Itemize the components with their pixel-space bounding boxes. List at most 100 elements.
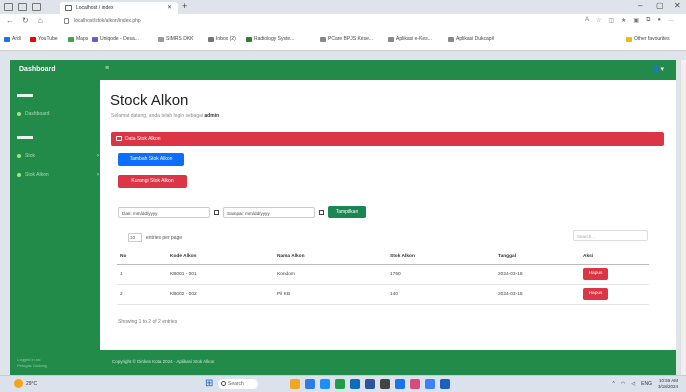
- browser-tab-bar: Localhost / index ✕ + – ▢ ✕: [0, 0, 686, 14]
- workspaces-icon[interactable]: [18, 3, 27, 11]
- bookmark-item[interactable]: Other favourites: [626, 36, 670, 42]
- taskbar-search-label: Search: [228, 381, 244, 387]
- app-icon[interactable]: [425, 379, 435, 389]
- sidebar-toggle-icon[interactable]: [4, 3, 13, 11]
- filter-button[interactable]: Tampilkan: [328, 206, 366, 218]
- sidebar-item-stok[interactable]: Stok ›: [17, 153, 99, 159]
- search-icon: [221, 381, 226, 386]
- terminal-icon[interactable]: [380, 379, 390, 389]
- reduce-stock-button[interactable]: Kurangi Stok Alkon: [118, 175, 187, 188]
- volume-icon[interactable]: ◁: [631, 381, 635, 387]
- column-header[interactable]: Tanggal: [495, 250, 580, 265]
- more-options-icon[interactable]: …: [668, 17, 674, 24]
- alert-text: Data Stok Alkon: [125, 136, 161, 142]
- bookmark-item[interactable]: Ardi: [4, 36, 21, 42]
- tray-chevron-icon[interactable]: ^: [613, 381, 615, 387]
- sidebar-item-dashboard[interactable]: Dashboard: [17, 111, 49, 117]
- browser-tab[interactable]: Localhost / index ✕: [60, 2, 178, 14]
- sun-icon: [14, 379, 23, 388]
- folder-icon: [626, 36, 632, 42]
- weather-widget[interactable]: 29°C: [14, 379, 37, 388]
- date-from-input[interactable]: Dari: mm/dd/yyyy: [118, 206, 210, 218]
- column-header[interactable]: Aksi: [580, 250, 649, 265]
- favorite-star-icon[interactable]: ☆: [596, 17, 601, 24]
- bookmark-item[interactable]: Maps: [68, 36, 88, 42]
- store-icon[interactable]: [320, 379, 330, 389]
- word-icon[interactable]: [365, 379, 375, 389]
- sidebar-heading: [17, 94, 33, 97]
- app-brand[interactable]: Dashboard: [19, 66, 56, 73]
- entries-select[interactable]: 10: [128, 233, 142, 242]
- bookmark-item[interactable]: SIMRS DKK: [158, 36, 194, 42]
- close-window-icon[interactable]: ✕: [674, 1, 681, 10]
- start-icon[interactable]: ⊞: [205, 379, 213, 389]
- bookmark-icon: [388, 36, 394, 42]
- tab-close-icon[interactable]: ✕: [167, 4, 172, 11]
- minimize-icon[interactable]: –: [638, 1, 642, 10]
- bookmark-item[interactable]: Radiology Syste...: [246, 36, 294, 42]
- delete-button[interactable]: Hapus: [583, 288, 608, 300]
- refresh-icon[interactable]: ↻: [22, 16, 29, 25]
- extensions-icon[interactable]: ⧉: [646, 17, 650, 24]
- collections-icon[interactable]: ▣: [633, 17, 639, 24]
- app-icon[interactable]: [440, 379, 450, 389]
- app-navbar: Dashboard ≡ 👤▾: [10, 60, 676, 80]
- read-aloud-icon[interactable]: A: [585, 17, 589, 24]
- home-icon[interactable]: ⌂: [38, 16, 43, 25]
- file-explorer-icon[interactable]: [290, 379, 300, 389]
- sidebar-item-stok-alkon[interactable]: Stok Alkon ›: [17, 172, 99, 178]
- edge-icon[interactable]: [305, 379, 315, 389]
- column-header[interactable]: Stok Alkon: [387, 250, 495, 265]
- bookmark-item[interactable]: Aplikasi e-Kes...: [388, 36, 432, 42]
- cell-stok: 140: [387, 284, 495, 305]
- excel-icon[interactable]: [335, 379, 345, 389]
- clock[interactable]: 10:55 AM 3/18/2024: [658, 378, 678, 390]
- wifi-icon[interactable]: ◠: [621, 381, 625, 387]
- date-to-input[interactable]: Sampai: mm/dd/yyyy: [223, 206, 315, 218]
- site-info-icon[interactable]: [64, 18, 69, 24]
- delete-button[interactable]: Hapus: [583, 268, 608, 280]
- table-search-input[interactable]: Search...: [573, 230, 648, 241]
- calendar-icon[interactable]: [214, 209, 219, 215]
- browser-toolbar: ← ↻ ⌂ localhost/stok/alkon/index.php A ☆…: [0, 14, 686, 29]
- bookmark-item[interactable]: PCare BPJS Kese...: [320, 36, 373, 42]
- weather-temp: 29°C: [26, 380, 38, 387]
- column-header[interactable]: Kode Alkon: [167, 250, 274, 265]
- bookmark-item[interactable]: Inbox (2): [208, 36, 236, 42]
- taskbar-search[interactable]: Search: [218, 379, 258, 389]
- add-stock-button[interactable]: Tambah Stok Alkon: [118, 153, 184, 166]
- maximize-icon[interactable]: ▢: [656, 1, 664, 10]
- bookmark-item[interactable]: YouTube: [30, 36, 58, 42]
- split-screen-icon[interactable]: ◫: [608, 17, 614, 24]
- tab-actions-icon[interactable]: [32, 3, 41, 11]
- bookmark-item[interactable]: Uniqode - Desa...: [92, 36, 139, 42]
- address-bar[interactable]: localhost/stok/alkon/index.php: [60, 16, 660, 27]
- column-header[interactable]: Nama Alkon: [274, 250, 387, 265]
- main-content: Stock Alkon Selamat datang, anda telah l…: [100, 80, 676, 350]
- outlook-icon[interactable]: [350, 379, 360, 389]
- breadcrumb-user: admin: [204, 113, 220, 119]
- cell-kode: KB002 - 002: [167, 284, 274, 305]
- chrome-icon[interactable]: [395, 379, 405, 389]
- column-header[interactable]: No: [117, 250, 167, 265]
- stok-alkon-icon: [17, 173, 21, 177]
- new-tab-icon[interactable]: +: [182, 1, 187, 11]
- user-menu-icon[interactable]: 👤▾: [652, 65, 664, 73]
- cell-nama: Kondom: [274, 264, 387, 285]
- bookmark-item[interactable]: Aplikasi Dukcapil: [448, 36, 494, 42]
- back-icon[interactable]: ←: [6, 16, 14, 25]
- calendar-icon[interactable]: [319, 209, 324, 215]
- bookmark-icon: [158, 36, 164, 42]
- cell-aksi: Hapus: [580, 264, 649, 285]
- table-icon: [116, 136, 122, 141]
- app-icon[interactable]: [410, 379, 420, 389]
- hamburger-menu-icon[interactable]: ≡: [105, 65, 109, 72]
- cell-kode: KB001 - 001: [167, 264, 274, 285]
- language-indicator[interactable]: ENG: [641, 381, 652, 387]
- footer-text: Copyright © Dinkes Kota 2024 · Aplikasi …: [112, 359, 215, 364]
- page-scrollbar[interactable]: [680, 60, 686, 375]
- alert-banner: Data Stok Alkon: [111, 132, 664, 146]
- profile-icon[interactable]: ●: [657, 17, 661, 24]
- favorites-icon[interactable]: ★: [621, 17, 626, 24]
- page-title: Stock Alkon: [110, 92, 189, 109]
